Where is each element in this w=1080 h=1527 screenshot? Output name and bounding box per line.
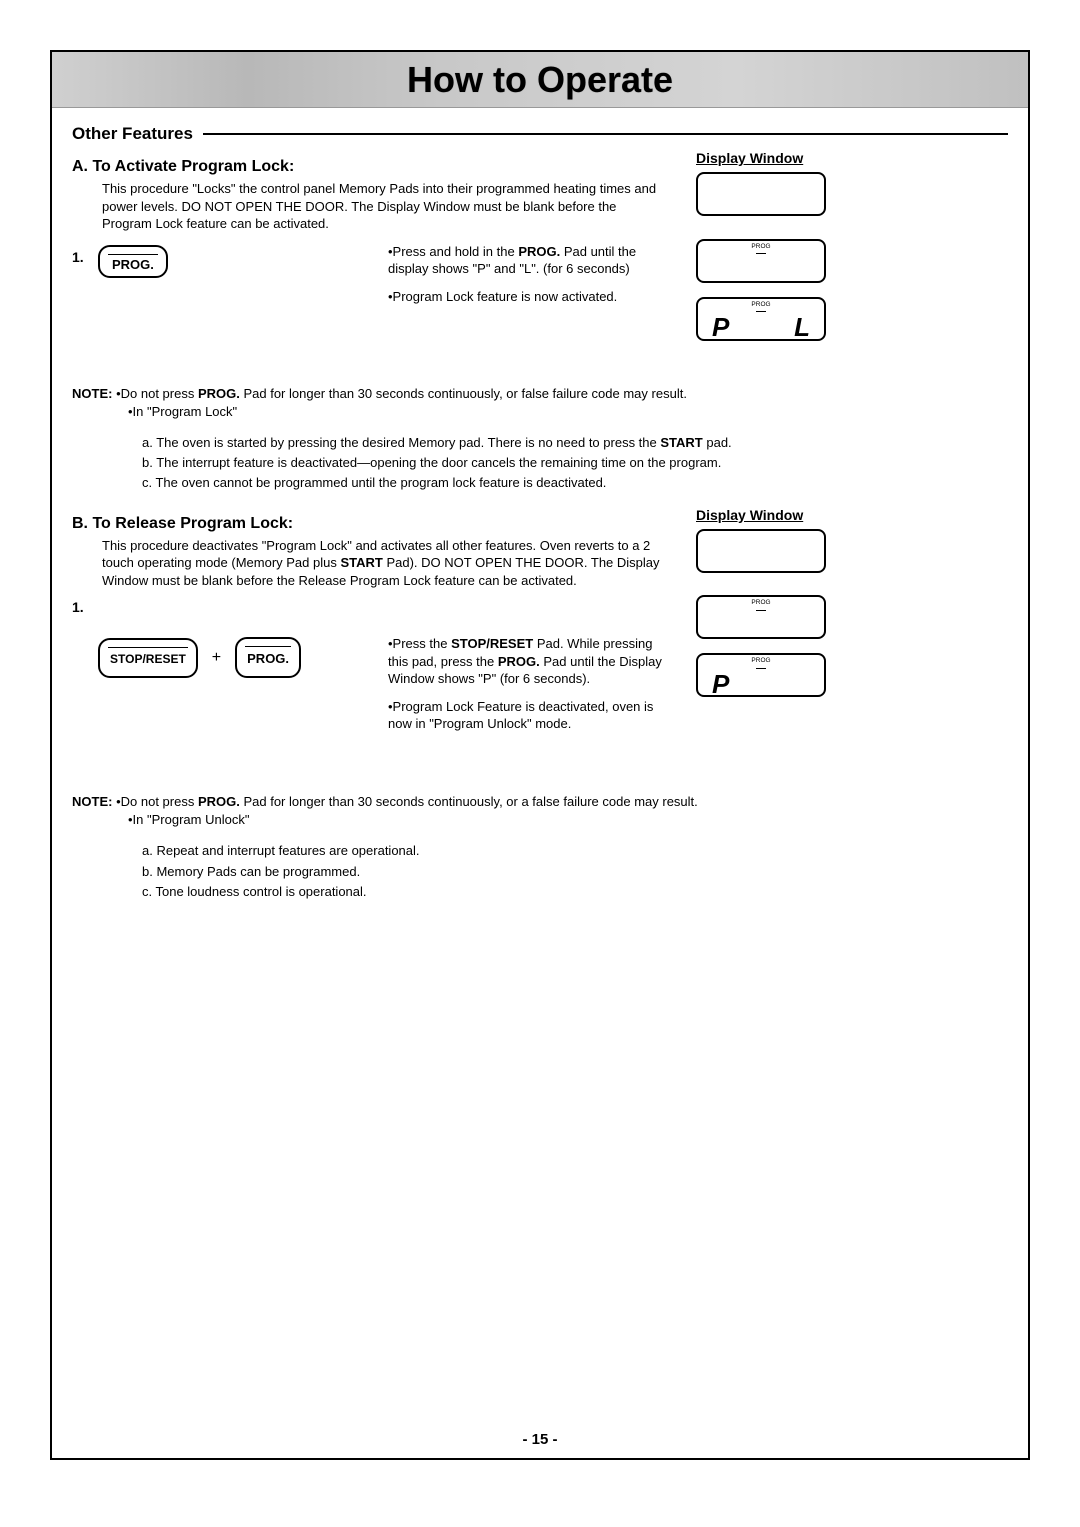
section-a-heading: A. To Activate Program Lock: xyxy=(72,158,662,176)
title-bar: How to Operate xyxy=(52,52,1028,108)
display-window-a-blank xyxy=(696,172,826,216)
note-b-sub-a: a. Repeat and interrupt features are ope… xyxy=(142,842,1008,860)
page-number: - 15 - xyxy=(52,1431,1028,1448)
disp-b2-bar: — xyxy=(706,608,816,613)
step-b1-bullet1: •Press the STOP/RESET Pad. While pressin… xyxy=(388,635,662,688)
note-a-line1: •Do not press PROG. Pad for longer than … xyxy=(116,386,687,401)
note-b-sub-c: c. Tone loudness control is operational. xyxy=(142,883,1008,901)
display-window-b-blank xyxy=(696,529,826,573)
page-title: How to Operate xyxy=(407,59,673,101)
stop-reset-label: STOP/RESET xyxy=(110,652,186,666)
note-b-line1: •Do not press PROG. Pad for longer than … xyxy=(116,794,698,809)
display-window-a-prog: PROG — xyxy=(696,239,826,283)
step-b1-number: 1. xyxy=(72,599,98,615)
note-a-label: NOTE: xyxy=(72,386,112,401)
note-b: NOTE: •Do not press PROG. Pad for longer… xyxy=(72,793,1008,901)
note-a-sub-b: b. The interrupt feature is deactivated—… xyxy=(142,454,1008,472)
display-window-b-prog: PROG — xyxy=(696,595,826,639)
step-a1-bullet2: •Program Lock feature is now activated. xyxy=(388,288,662,306)
section-b-intro: This procedure deactivates "Program Lock… xyxy=(102,537,662,590)
prog-pad-a: PROG. xyxy=(98,245,168,278)
note-b-label: NOTE: xyxy=(72,794,112,809)
note-b-sub-b: b. Memory Pads can be programmed. xyxy=(142,863,1008,881)
page-content: Other Features A. To Activate Program Lo… xyxy=(52,108,1028,1458)
display-window-label-b: Display Window xyxy=(696,507,872,523)
other-features-label: Other Features xyxy=(72,124,193,144)
step-a1-bullet1: •Press and hold in the PROG. Pad until t… xyxy=(388,243,662,278)
display-window-a-pl: PROG — P L xyxy=(696,297,826,341)
display-window-label-a: Display Window xyxy=(696,150,872,166)
plus-symbol: + xyxy=(208,649,225,667)
prog-pad-b-label: PROG. xyxy=(247,651,289,666)
prog-pad-b: PROG. xyxy=(235,637,301,678)
prog-pad-a-label: PROG. xyxy=(112,257,154,272)
other-features-heading: Other Features xyxy=(72,124,1008,144)
display-window-b-p: PROG — P xyxy=(696,653,826,697)
step-b1-bullet2: •Program Lock Feature is deactivated, ov… xyxy=(388,698,662,733)
stop-reset-pad: STOP/RESET xyxy=(98,638,198,678)
disp-a3-l: L xyxy=(794,312,810,343)
note-a-sub-a: a. The oven is started by pressing the d… xyxy=(142,434,1008,452)
note-a-sub-c: c. The oven cannot be programmed until t… xyxy=(142,474,1008,492)
note-a: NOTE: •Do not press PROG. Pad for longer… xyxy=(72,385,1008,493)
disp-a2-bar: — xyxy=(706,251,816,256)
page-frame: How to Operate Other Features A. To Acti… xyxy=(50,50,1030,1460)
heading-rule xyxy=(203,133,1008,135)
note-a-line2: •In "Program Lock" xyxy=(128,403,1008,421)
step-a1-number: 1. xyxy=(72,243,98,265)
section-b-heading: B. To Release Program Lock: xyxy=(72,515,662,533)
disp-a3-p: P xyxy=(712,312,729,343)
note-b-line2: •In "Program Unlock" xyxy=(128,811,1008,829)
section-a-intro: This procedure "Locks" the control panel… xyxy=(102,180,662,233)
disp-b3-p: P xyxy=(712,669,729,700)
